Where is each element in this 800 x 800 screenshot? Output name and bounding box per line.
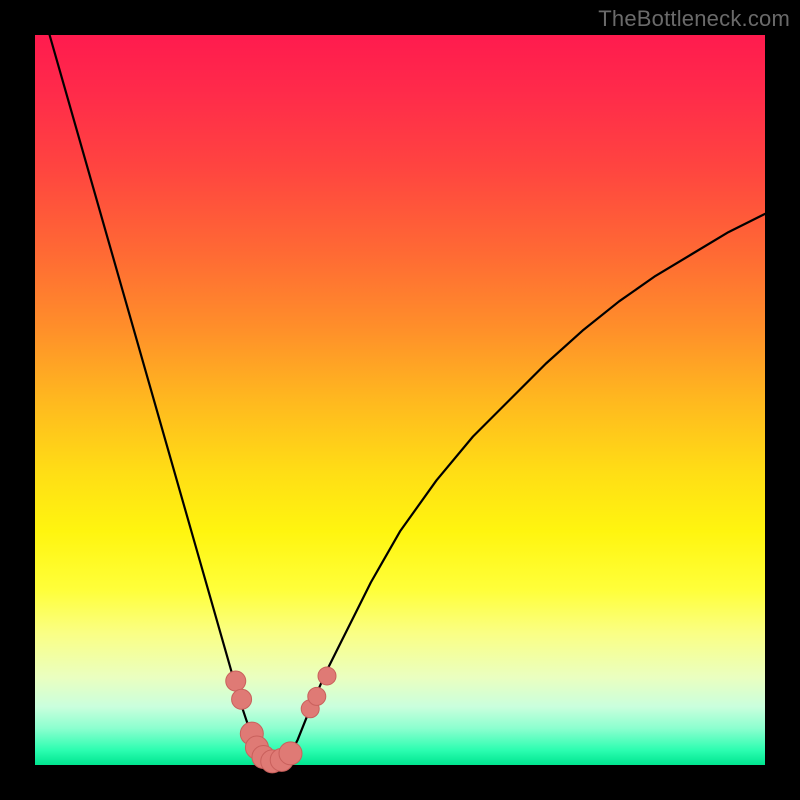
chart-frame: TheBottleneck.com: [0, 0, 800, 800]
data-points-group: [226, 667, 336, 773]
data-point: [318, 667, 336, 685]
bottleneck-curve: [35, 0, 765, 763]
data-point: [279, 742, 302, 765]
data-point: [232, 689, 252, 709]
data-point: [308, 687, 326, 705]
watermark-label: TheBottleneck.com: [598, 6, 790, 32]
data-point: [226, 671, 246, 691]
chart-svg: [35, 35, 765, 765]
plot-area: [35, 35, 765, 765]
